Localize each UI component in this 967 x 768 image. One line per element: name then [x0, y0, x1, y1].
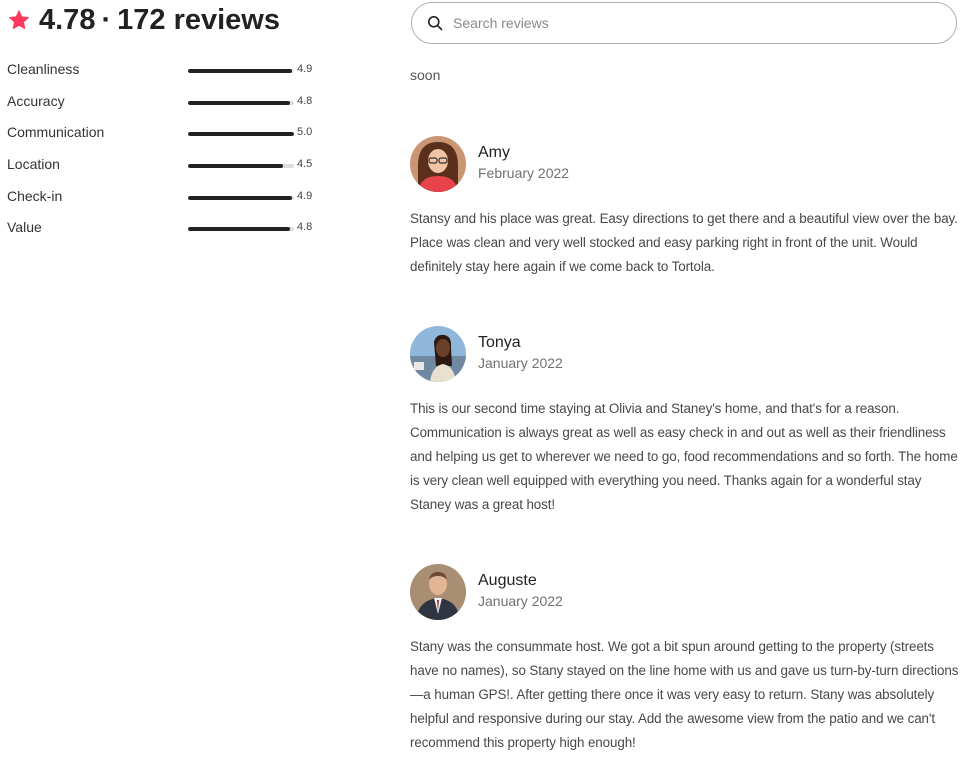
category-score: 4.8: [297, 221, 313, 234]
category-score: 5.0: [297, 126, 313, 139]
category-label: Accuracy: [7, 92, 65, 109]
reviewer-name: Amy: [478, 144, 510, 161]
category-row: Location 4.5: [7, 151, 327, 183]
category-score: 4.5: [297, 158, 313, 171]
review-item: Auguste January 2022 Stany was the consu…: [410, 564, 960, 755]
review-item: Tonya January 2022 This is our second ti…: [410, 326, 960, 517]
category-bar-fill: [188, 100, 290, 105]
review-header: Tonya January 2022: [410, 326, 960, 382]
avatar[interactable]: [410, 136, 466, 192]
category-bar: [188, 227, 294, 232]
category-row: Check-in 4.9: [7, 183, 327, 215]
category-bar: [188, 69, 294, 73]
reviewer-name: Auguste: [478, 572, 537, 589]
search-input[interactable]: [451, 14, 935, 32]
review-date: January 2022: [478, 355, 563, 371]
rating-summary: 4.78 · 172 reviews Cleanliness 4.9 Accur…: [7, 0, 327, 246]
review-text: Stansy and his place was great. Easy dir…: [410, 211, 958, 274]
search-box[interactable]: [411, 2, 957, 44]
reviewer-name: Tonya: [478, 334, 521, 351]
review-date: February 2022: [478, 165, 570, 181]
overall-rating: 4.78: [39, 3, 96, 36]
avatar[interactable]: [410, 326, 466, 382]
category-bar-fill: [188, 132, 294, 137]
category-row: Cleanliness 4.9: [7, 56, 327, 88]
search-icon: [428, 16, 443, 31]
previous-review-tail: soon: [410, 67, 441, 83]
category-bar-fill: [188, 69, 292, 73]
category-bar: [188, 132, 294, 137]
category-row: Accuracy 4.8: [7, 88, 327, 120]
category-label: Location: [7, 156, 60, 173]
rating-header: 4.78 · 172 reviews: [7, 0, 327, 40]
category-bar-fill: [188, 195, 292, 200]
category-score: 4.9: [297, 189, 313, 202]
rating-separator: ·: [101, 3, 112, 36]
category-bar-fill: [188, 164, 284, 169]
category-score: 4.8: [297, 94, 313, 107]
review-date: January 2022: [478, 593, 563, 609]
category-label: Value: [7, 219, 42, 236]
category-bar: [188, 195, 294, 200]
category-bar-fill: [188, 227, 290, 232]
review-count: 172 reviews: [117, 3, 280, 36]
reviews-page: 4.78 · 172 reviews Cleanliness 4.9 Accur…: [0, 0, 967, 768]
category-label: Communication: [7, 124, 105, 141]
category-label: Check-in: [7, 187, 63, 204]
category-score: 4.9: [297, 63, 313, 75]
star-icon: [7, 8, 31, 32]
review-item: Amy February 2022 Stansy and his place w…: [410, 136, 960, 279]
review-text: This is our second time staying at Olivi…: [410, 401, 958, 512]
avatar[interactable]: [410, 564, 466, 620]
review-header: Amy February 2022: [410, 136, 960, 192]
category-label: Cleanliness: [7, 61, 80, 77]
category-row: Value 4.8: [7, 214, 327, 246]
category-bar: [188, 100, 294, 105]
category-bar: [188, 164, 294, 169]
review-text: Stany was the consummate host. We got a …: [410, 639, 959, 750]
review-header: Auguste January 2022: [410, 564, 960, 620]
category-ratings: Cleanliness 4.9 Accuracy 4.8 Communicati…: [7, 56, 327, 246]
category-row: Communication 5.0: [7, 119, 327, 151]
